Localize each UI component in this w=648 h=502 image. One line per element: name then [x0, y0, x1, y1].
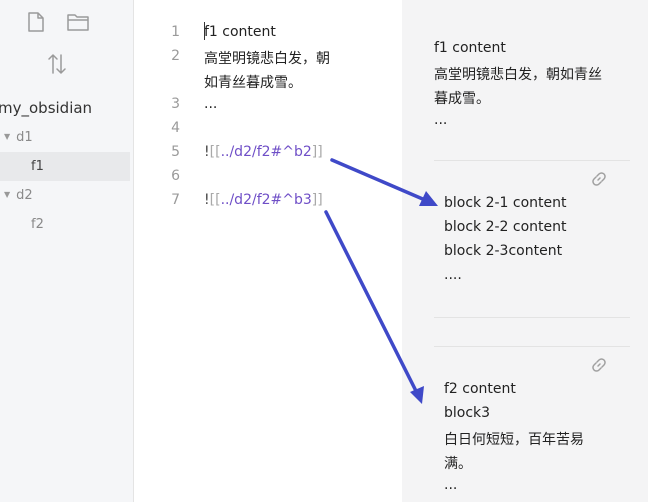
- link-close-bracket: ]]: [311, 192, 323, 208]
- line-number: 3: [171, 96, 180, 112]
- embed-divider: [434, 160, 630, 161]
- editor-line[interactable]: ...: [204, 96, 217, 112]
- embed-text: ...: [444, 477, 458, 493]
- embed-link-line-b2[interactable]: ![[../d2/f2#^b2]]: [204, 144, 323, 160]
- editor-line-wrap[interactable]: 如青丝暮成雪。: [204, 72, 302, 92]
- text-cursor: [204, 22, 205, 40]
- caret-down-icon: ▼: [4, 190, 11, 199]
- editor-line[interactable]: f1 content: [204, 24, 276, 40]
- embed-link-line-b3[interactable]: ![[../d2/f2#^b3]]: [204, 192, 323, 208]
- preview-text: f1 content: [434, 40, 506, 56]
- folder-label: d1: [16, 130, 33, 145]
- embed-divider: [434, 317, 630, 318]
- line-number: 7: [171, 192, 180, 208]
- embed-link-target[interactable]: ../d2/f2#^b2: [221, 144, 312, 160]
- tree-file-f2[interactable]: f2: [31, 217, 44, 232]
- link-close-bracket: ]]: [311, 144, 323, 160]
- file-explorer-sidebar: my_obsidian ▼ d1 f1 ▼ d2 f2: [0, 0, 134, 502]
- link-icon[interactable]: [590, 356, 608, 378]
- tree-folder-d2[interactable]: ▼ d2: [4, 188, 33, 203]
- sort-order-icon[interactable]: [47, 53, 67, 75]
- line-number: 5: [171, 144, 180, 160]
- line-number: 6: [171, 168, 180, 184]
- file-label: f2: [31, 217, 44, 232]
- embed-text: block 2-2 content: [444, 219, 567, 235]
- preview-text: ...: [434, 112, 448, 128]
- embed-divider: [434, 346, 630, 347]
- vault-name[interactable]: my_obsidian: [0, 99, 92, 117]
- new-folder-icon[interactable]: [67, 13, 89, 31]
- line-number: 2: [171, 48, 180, 64]
- new-note-icon[interactable]: [27, 12, 45, 32]
- embed-text: block3: [444, 405, 491, 421]
- preview-text: 高堂明镜悲白发，朝如青丝: [434, 67, 602, 83]
- embed-text: ....: [444, 267, 462, 283]
- caret-down-icon: ▼: [4, 132, 11, 141]
- embed-link-target[interactable]: ../d2/f2#^b3: [221, 192, 312, 208]
- embed-text: block 2-3content: [444, 243, 563, 259]
- editor-line[interactable]: 高堂明镜悲白发，朝: [204, 48, 330, 68]
- line-number: 1: [171, 24, 180, 40]
- link-open-bracket: [[: [209, 192, 221, 208]
- link-icon[interactable]: [590, 170, 608, 192]
- embed-text: 白日何短短，百年苦易: [444, 432, 584, 448]
- tree-file-f1[interactable]: f1: [0, 152, 130, 181]
- folder-label: d2: [16, 188, 33, 203]
- embed-text: block 2-1 content: [444, 195, 567, 211]
- preview-text: 暮成雪。: [434, 91, 490, 107]
- file-label: f1: [31, 159, 44, 174]
- embed-text: f2 content: [444, 381, 516, 397]
- embed-text: 满。: [444, 456, 472, 472]
- tree-folder-d1[interactable]: ▼ d1: [4, 130, 33, 145]
- line-number: 4: [171, 120, 180, 136]
- link-open-bracket: [[: [209, 144, 221, 160]
